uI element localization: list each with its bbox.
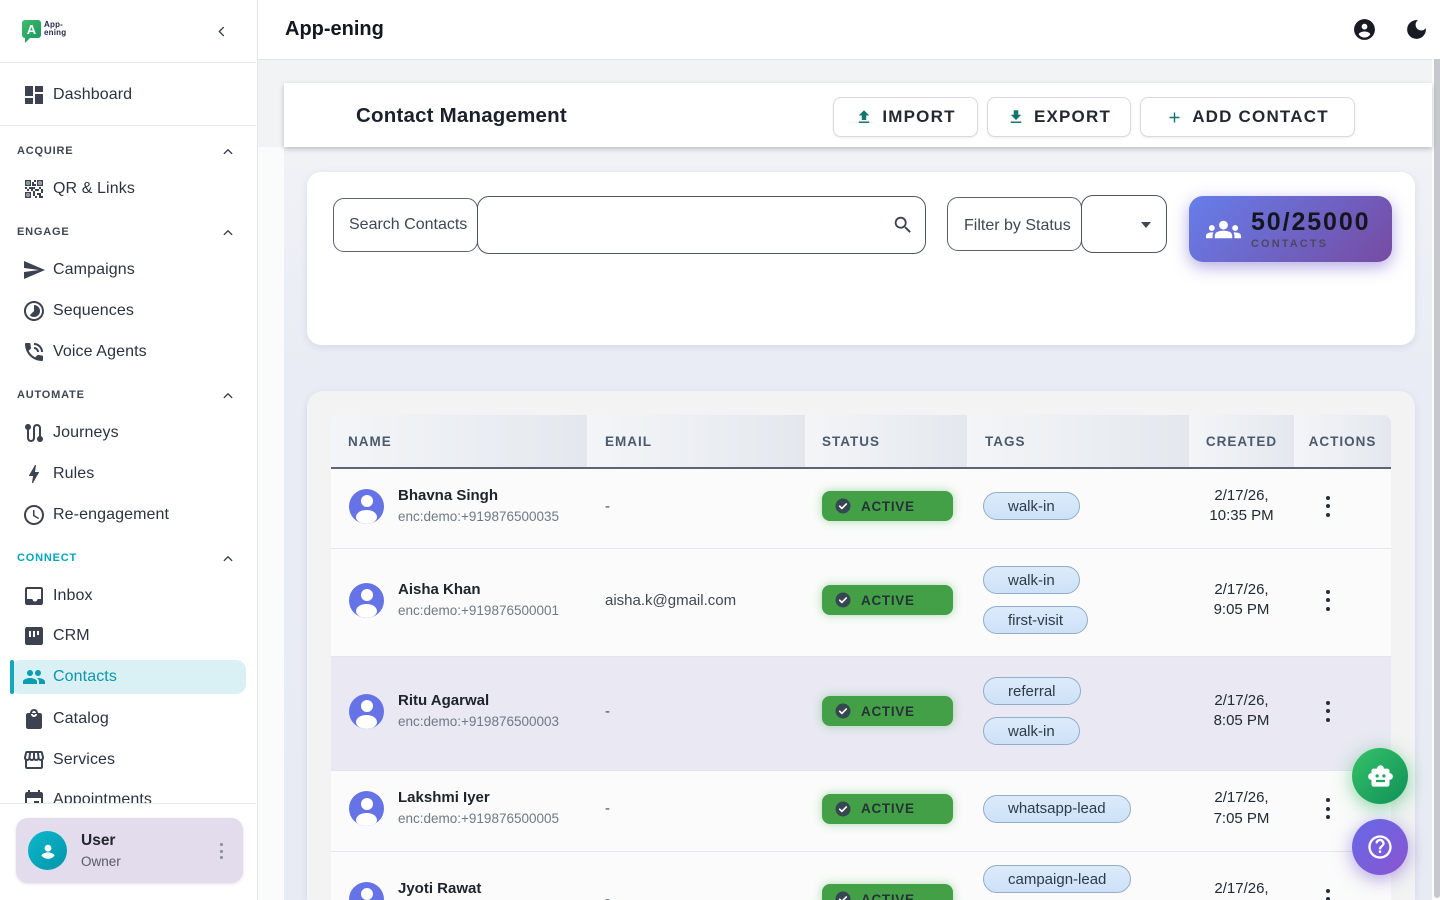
svg-text:A: A — [27, 22, 37, 37]
